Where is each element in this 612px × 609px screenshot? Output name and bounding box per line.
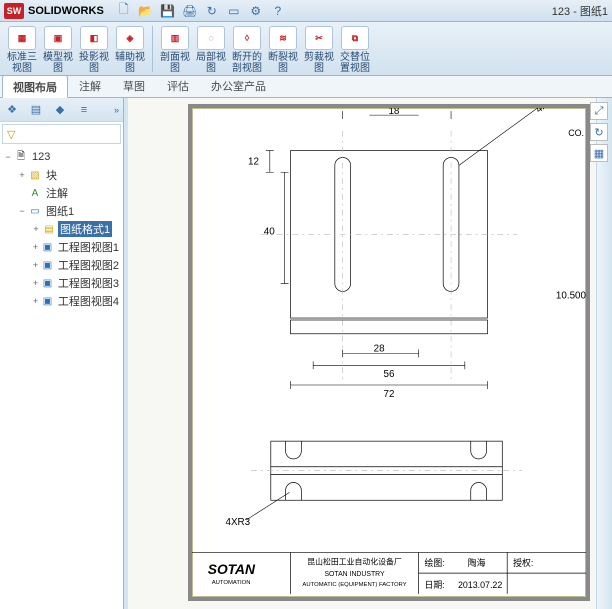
- ribbon-label: 标准三视图: [4, 52, 40, 74]
- tree-blocks[interactable]: +▧块: [2, 166, 121, 184]
- svg-text:AUTOMATIC (EQUIPMENT) FACTORY: AUTOMATIC (EQUIPMENT) FACTORY: [302, 582, 406, 588]
- rebuild-icon[interactable]: ↻: [204, 3, 220, 19]
- tab-annotation[interactable]: 注解: [68, 74, 112, 97]
- feature-tree: −🗎123 +▧块 A注解 −▭图纸1 +▤图纸格式1 +▣工程图视图1 +▣工…: [0, 146, 123, 609]
- svg-text:56: 56: [384, 369, 395, 380]
- svg-text:2013.07.22: 2013.07.22: [458, 580, 502, 590]
- open-icon[interactable]: 📂: [138, 3, 154, 19]
- tab-office[interactable]: 办公室产品: [200, 74, 277, 97]
- tree-sheet[interactable]: −▭图纸1: [2, 202, 121, 220]
- ribbon-label: 断裂视图: [265, 52, 301, 74]
- zoom-fit-icon[interactable]: ⤢: [590, 102, 608, 120]
- svg-text:72: 72: [384, 389, 395, 400]
- tree-view3[interactable]: +▣工程图视图3: [2, 274, 121, 292]
- ribbon-crop-view[interactable]: ✂剪裁视图: [301, 24, 337, 74]
- svg-text:CO.: CO.: [568, 128, 584, 138]
- svg-text:4XR3: 4XR3: [534, 108, 561, 116]
- ribbon-separator: [152, 26, 153, 72]
- tree-label: 图纸1: [44, 203, 76, 219]
- title-bar: SW SOLIDWORKS 🗋 📂 💾 🖨 ↻ ▭ ⚙ ? 123 - 图纸1: [0, 0, 612, 22]
- svg-text:AUTOMATION: AUTOMATION: [212, 580, 251, 586]
- svg-text:SOTAN: SOTAN: [208, 562, 256, 577]
- panel-tabs: ❖ ▤ ◆ ≡ »: [0, 98, 123, 122]
- ribbon-standard-3view[interactable]: ▦标准三视图: [4, 24, 40, 74]
- filter-bar[interactable]: ▽: [2, 124, 121, 144]
- filter-icon: ▽: [7, 128, 15, 141]
- ribbon-label: 剪裁视图: [301, 52, 337, 74]
- vscrollbar[interactable]: [596, 98, 612, 609]
- svg-text:28: 28: [374, 344, 385, 355]
- tab-evaluate[interactable]: 评估: [156, 74, 200, 97]
- what-icon[interactable]: ?: [270, 3, 286, 19]
- display-style-icon[interactable]: ▦: [590, 144, 608, 162]
- config-tab-icon[interactable]: ◆: [52, 102, 68, 118]
- quick-access-toolbar: 🗋 📂 💾 🖨 ↻ ▭ ⚙ ?: [116, 3, 286, 19]
- tree-label: 图纸格式1: [58, 221, 112, 237]
- ribbon-label: 投影视图: [76, 52, 112, 74]
- feature-tree-panel: ❖ ▤ ◆ ≡ » ▽ −🗎123 +▧块 A注解 −▭图纸1 +▤图纸格式1 …: [0, 98, 124, 609]
- display-tab-icon[interactable]: ≡: [76, 102, 92, 118]
- command-tabs: 视图布局 注解 草图 评估 办公室产品: [0, 76, 612, 98]
- ribbon-label: 剖面视图: [157, 52, 193, 74]
- tree-label: 工程图视图3: [56, 275, 121, 291]
- svg-text:日期:: 日期:: [424, 580, 444, 590]
- app-logo: SW: [4, 3, 24, 19]
- tab-sketch[interactable]: 草图: [112, 74, 156, 97]
- tree-label: 123: [30, 151, 52, 163]
- ribbon-broken-section[interactable]: ◊断开的剖视图: [229, 24, 265, 74]
- ribbon-aux-view[interactable]: ◈辅助视图: [112, 24, 148, 74]
- tree-annotations[interactable]: A注解: [2, 184, 121, 202]
- svg-text:绘图:: 绘图:: [424, 557, 444, 568]
- ribbon-section-view[interactable]: ▥剖面视图: [157, 24, 193, 74]
- tree-root[interactable]: −🗎123: [2, 148, 121, 166]
- save-icon[interactable]: 💾: [160, 3, 176, 19]
- tree-sheet-format[interactable]: +▤图纸格式1: [2, 220, 121, 238]
- print-icon[interactable]: 🖨: [182, 3, 198, 19]
- svg-text:SOTAN INDUSTRY: SOTAN INDUSTRY: [324, 571, 385, 578]
- svg-text:12: 12: [248, 156, 259, 167]
- tab-view-layout[interactable]: 视图布局: [2, 75, 68, 98]
- ribbon-label: 交替位置视图: [337, 52, 373, 74]
- tree-view4[interactable]: +▣工程图视图4: [2, 292, 121, 310]
- select-icon[interactable]: ▭: [226, 3, 242, 19]
- drawing-svg: 18 12 40 28 56 72 10.500 4X: [192, 108, 586, 597]
- svg-text:18: 18: [388, 108, 399, 117]
- ribbon-label: 断开的剖视图: [229, 52, 265, 74]
- ribbon-alt-position[interactable]: ⧉交替位置视图: [337, 24, 373, 74]
- new-icon[interactable]: 🗋: [116, 3, 132, 19]
- ribbon-label: 辅助视图: [112, 52, 148, 74]
- svg-text:4XR3: 4XR3: [225, 517, 250, 528]
- ribbon-detail-view[interactable]: ◌局部视图: [193, 24, 229, 74]
- ribbon-label: 模型视图: [40, 52, 76, 74]
- document-title: 123 - 图纸1: [552, 3, 608, 19]
- tree-view1[interactable]: +▣工程图视图1: [2, 238, 121, 256]
- feature-tree-icon[interactable]: ❖: [4, 102, 20, 118]
- panel-collapse-icon[interactable]: »: [114, 105, 119, 115]
- tree-label: 工程图视图4: [56, 293, 121, 309]
- svg-text:10.500: 10.500: [556, 290, 586, 301]
- app-name: SOLIDWORKS: [28, 5, 104, 17]
- options-icon[interactable]: ⚙: [248, 3, 264, 19]
- svg-text:昆山松田工业自动化设备厂: 昆山松田工业自动化设备厂: [307, 556, 402, 566]
- drawing-canvas[interactable]: ⤢ ↻ ▦ 18: [128, 98, 612, 609]
- ribbon-break-view[interactable]: ≋断裂视图: [265, 24, 301, 74]
- tree-label: 注解: [44, 185, 70, 201]
- svg-text:40: 40: [264, 226, 275, 237]
- ribbon-label: 局部视图: [193, 52, 229, 74]
- main-row: ❖ ▤ ◆ ≡ » ▽ −🗎123 +▧块 A注解 −▭图纸1 +▤图纸格式1 …: [0, 98, 612, 609]
- tree-label: 块: [44, 167, 59, 183]
- command-ribbon: ▦标准三视图 ▣模型视图 ◧投影视图 ◈辅助视图 ▥剖面视图 ◌局部视图 ◊断开…: [0, 22, 612, 76]
- tree-view2[interactable]: +▣工程图视图2: [2, 256, 121, 274]
- drawing-sheet[interactable]: 18 12 40 28 56 72 10.500 4X: [188, 104, 590, 601]
- svg-text:陶海: 陶海: [468, 557, 486, 568]
- ribbon-model-view[interactable]: ▣模型视图: [40, 24, 76, 74]
- tree-label: 工程图视图2: [56, 257, 121, 273]
- svg-text:授权:: 授权:: [513, 557, 533, 568]
- canvas-toolbar: ⤢ ↻ ▦: [590, 102, 608, 162]
- property-tab-icon[interactable]: ▤: [28, 102, 44, 118]
- rotate-icon[interactable]: ↻: [590, 123, 608, 141]
- tree-label: 工程图视图1: [56, 239, 121, 255]
- ribbon-projection-view[interactable]: ◧投影视图: [76, 24, 112, 74]
